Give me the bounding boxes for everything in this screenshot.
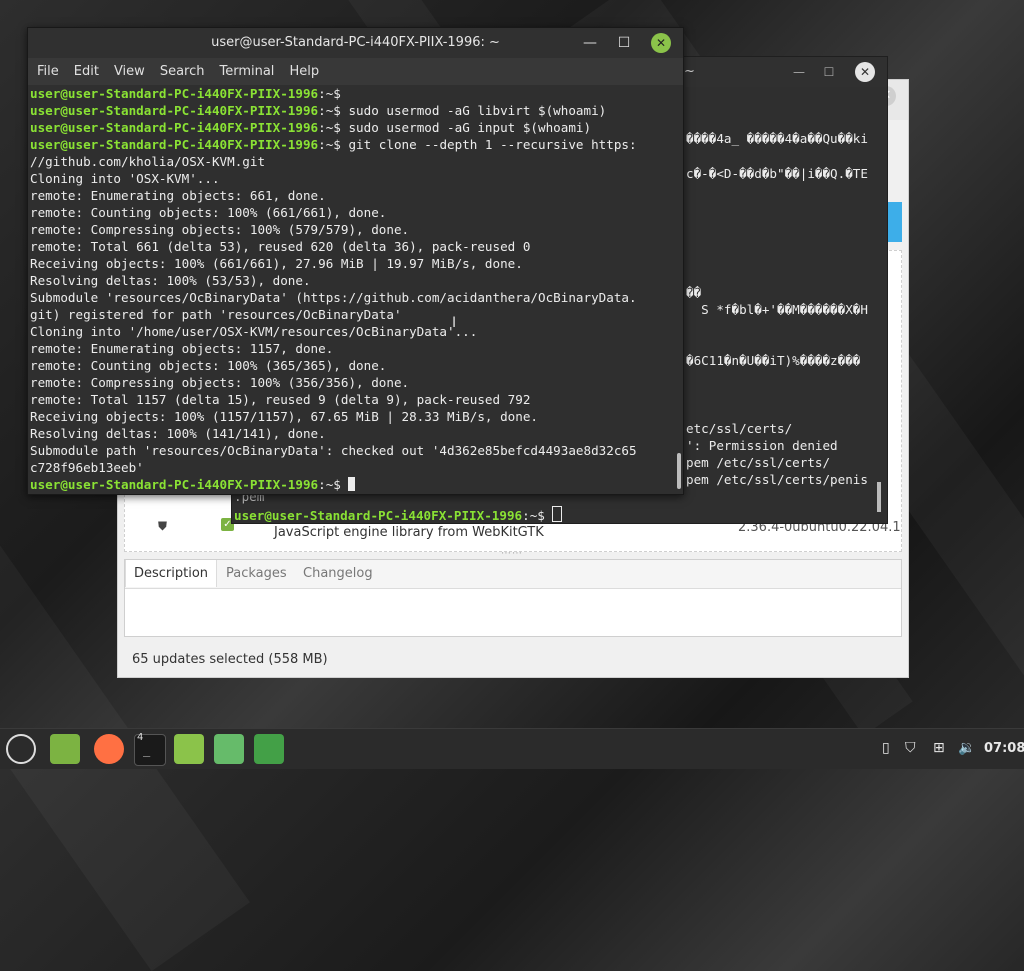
details-tabbar: Description Packages Changelog — [125, 560, 901, 589]
terminal-prompt: user@user-Standard-PC-i440FX-PIIX-1996 — [30, 86, 319, 101]
terminal-line: git) registered for path 'resources/OcBi… — [30, 307, 402, 322]
terminal-prompt-suffix: :~$ — [318, 137, 341, 152]
files-icon[interactable] — [174, 734, 204, 764]
terminal-command: sudo usermod -aG input $(whoami) — [340, 120, 592, 135]
terminal-menubar: File Edit View Search Terminal Help — [28, 58, 683, 85]
terminal-command: git clone --depth 1 --recursive https: — [340, 137, 637, 152]
terminal-line: remote: Total 661 (delta 53), reused 620… — [30, 239, 531, 254]
terminal-prompt-suffix: :~$ — [318, 120, 341, 135]
package-description: JavaScript engine library from WebKitGTK — [274, 525, 544, 540]
terminal-line: user@user-Standard-PC-i440FX-PIIX-1996:~… — [30, 102, 670, 119]
terminal-line: user@user-Standard-PC-i440FX-PIIX-1996:~… — [30, 85, 670, 102]
terminal-prompt: user@user-Standard-PC-i440FX-PIIX-1996 — [234, 508, 523, 523]
terminal-line: ����4a_ �����4�a��Qu��ki — [686, 131, 868, 146]
front-terminal-window: user@user-Standard-PC-i440FX-PIIX-1996: … — [27, 27, 684, 495]
terminal-prompt: user@user-Standard-PC-i440FX-PIIX-1996 — [30, 103, 319, 118]
terminal-prompt-suffix: :~$ — [522, 508, 545, 523]
terminal-line: ': Permission denied — [686, 438, 838, 453]
shield-icon: ⛊ — [158, 519, 168, 533]
security-shield-icon[interactable]: ⛉ — [905, 740, 916, 756]
terminal-line: user@user-Standard-PC-i440FX-PIIX-1996:~… — [30, 476, 670, 493]
mint-menu-icon[interactable] — [6, 734, 36, 764]
terminal-prompt: user@user-Standard-PC-i440FX-PIIX-1996 — [30, 137, 319, 152]
terminal-line: etc/ssl/certs/ — [686, 421, 793, 436]
terminal-prompt-suffix: :~$ — [318, 103, 341, 118]
terminal-line: S *f�bl�+'��M������X�H — [686, 302, 868, 317]
terminal-command: sudo usermod -aG libvirt $(whoami) — [340, 103, 607, 118]
volume-icon[interactable]: 🔉 — [958, 740, 975, 756]
menu-terminal[interactable]: Terminal — [219, 64, 274, 79]
scrollbar[interactable] — [877, 482, 881, 512]
terminal-line: Submodule 'resources/OcBinaryData' (http… — [30, 290, 637, 305]
terminal-prompt: user@user-Standard-PC-i440FX-PIIX-1996 — [30, 477, 319, 492]
terminal-line: remote: Enumerating objects: 661, done. — [30, 188, 326, 203]
menu-file[interactable]: File — [37, 64, 59, 79]
maximize-icon[interactable]: ☐ — [814, 57, 844, 87]
front-terminal-titlebar[interactable]: user@user-Standard-PC-i440FX-PIIX-1996: … — [28, 28, 683, 58]
terminal-line: user@user-Standard-PC-i440FX-PIIX-1996:~… — [30, 136, 670, 153]
terminal-line: c�-�<D-��d�b"��|i��Q.�TE — [686, 166, 868, 181]
terminal-command — [341, 477, 349, 492]
menu-view[interactable]: View — [114, 64, 145, 79]
terminal-line: pem /etc/ssl/certs/ — [686, 455, 831, 470]
close-icon[interactable]: ✕ — [651, 33, 671, 53]
terminal-line: �� — [686, 285, 702, 300]
terminal-icon[interactable]: 4 _ — [134, 732, 166, 766]
taskbar: 4 _ ▯ ⛉ ⊞ 🔉 07:08 — [0, 728, 1024, 769]
tab-description[interactable]: Description — [125, 560, 218, 587]
terminal-line: Receiving objects: 100% (661/661), 27.96… — [30, 256, 523, 271]
scrollbar[interactable] — [677, 453, 681, 489]
terminal-line: Submodule path 'resources/OcBinaryData':… — [30, 443, 637, 458]
terminal-line: remote: Counting objects: 100% (661/661)… — [30, 205, 387, 220]
terminal-line: //github.com/kholia/OSX-KVM.git — [30, 154, 266, 169]
terminal-line: pem /etc/ssl/certs/penis — [686, 472, 868, 487]
network-icon[interactable]: ⊞ — [933, 740, 945, 756]
menu-edit[interactable]: Edit — [74, 64, 99, 79]
terminal-prompt: user@user-Standard-PC-i440FX-PIIX-1996 — [30, 120, 319, 135]
clock[interactable]: 07:08 — [984, 741, 1024, 756]
terminal-line: Resolving deltas: 100% (53/53), done. — [30, 273, 311, 288]
tab-changelog[interactable]: Changelog — [303, 566, 373, 581]
terminal-line: remote: Total 1157 (delta 15), reused 9 … — [30, 392, 531, 407]
firefox-icon[interactable] — [94, 734, 124, 764]
software-manager-icon[interactable] — [214, 734, 244, 764]
show-desktop-icon[interactable] — [50, 734, 80, 764]
terminal-prompt-line: user@user-Standard-PC-i440FX-PIIX-1996:~… — [234, 506, 563, 523]
terminal-line: Receiving objects: 100% (1157/1157), 67.… — [30, 409, 538, 424]
terminal-prompt-suffix: :~$ — [318, 86, 341, 101]
workspace-badge: 4 — [137, 732, 144, 743]
menu-search[interactable]: Search — [160, 64, 205, 79]
terminal-line: Cloning into '/home/user/OSX-KVM/resourc… — [30, 324, 478, 339]
terminal-line: remote: Compressing objects: 100% (356/3… — [30, 375, 410, 390]
close-icon[interactable]: ✕ — [855, 62, 875, 82]
details-panel: Description Packages Changelog — [124, 559, 902, 637]
terminal-cursor — [348, 477, 356, 491]
terminal-output[interactable]: user@user-Standard-PC-i440FX-PIIX-1996:~… — [30, 85, 670, 493]
terminal-line: �6C11�n�U��iT)%����z��� — [686, 353, 861, 368]
mouse-ibeam-cursor: I — [452, 315, 457, 331]
terminal-line: user@user-Standard-PC-i440FX-PIIX-1996:~… — [30, 119, 670, 136]
status-text: 65 updates selected (558 MB) — [132, 652, 328, 667]
terminal-line: Cloning into 'OSX-KVM'... — [30, 171, 220, 186]
tab-packages[interactable]: Packages — [226, 566, 287, 581]
update-manager-icon[interactable] — [254, 734, 284, 764]
window-title: user@user-Standard-PC-i440FX-PIIX-1996: … — [211, 35, 500, 50]
minimize-icon[interactable]: — — [784, 57, 814, 87]
maximize-icon[interactable]: ☐ — [612, 28, 636, 58]
terminal-line: Resolving deltas: 100% (141/141), done. — [30, 426, 326, 441]
terminal-line: remote: Counting objects: 100% (365/365)… — [30, 358, 387, 373]
terminal-line: c728f96eb13eeb' — [30, 460, 144, 475]
terminal-cursor — [552, 506, 563, 522]
back-terminal-title: ~ — [684, 64, 695, 79]
notification-icon[interactable]: ▯ — [882, 740, 890, 756]
minimize-icon[interactable]: — — [578, 28, 602, 58]
terminal-line: remote: Enumerating objects: 1157, done. — [30, 341, 334, 356]
pane-resize-handle[interactable]: ⋯⋯ — [498, 548, 526, 559]
terminal-line: remote: Compressing objects: 100% (579/5… — [30, 222, 410, 237]
menu-help[interactable]: Help — [289, 64, 319, 79]
terminal-prompt-suffix: :~$ — [318, 477, 341, 492]
